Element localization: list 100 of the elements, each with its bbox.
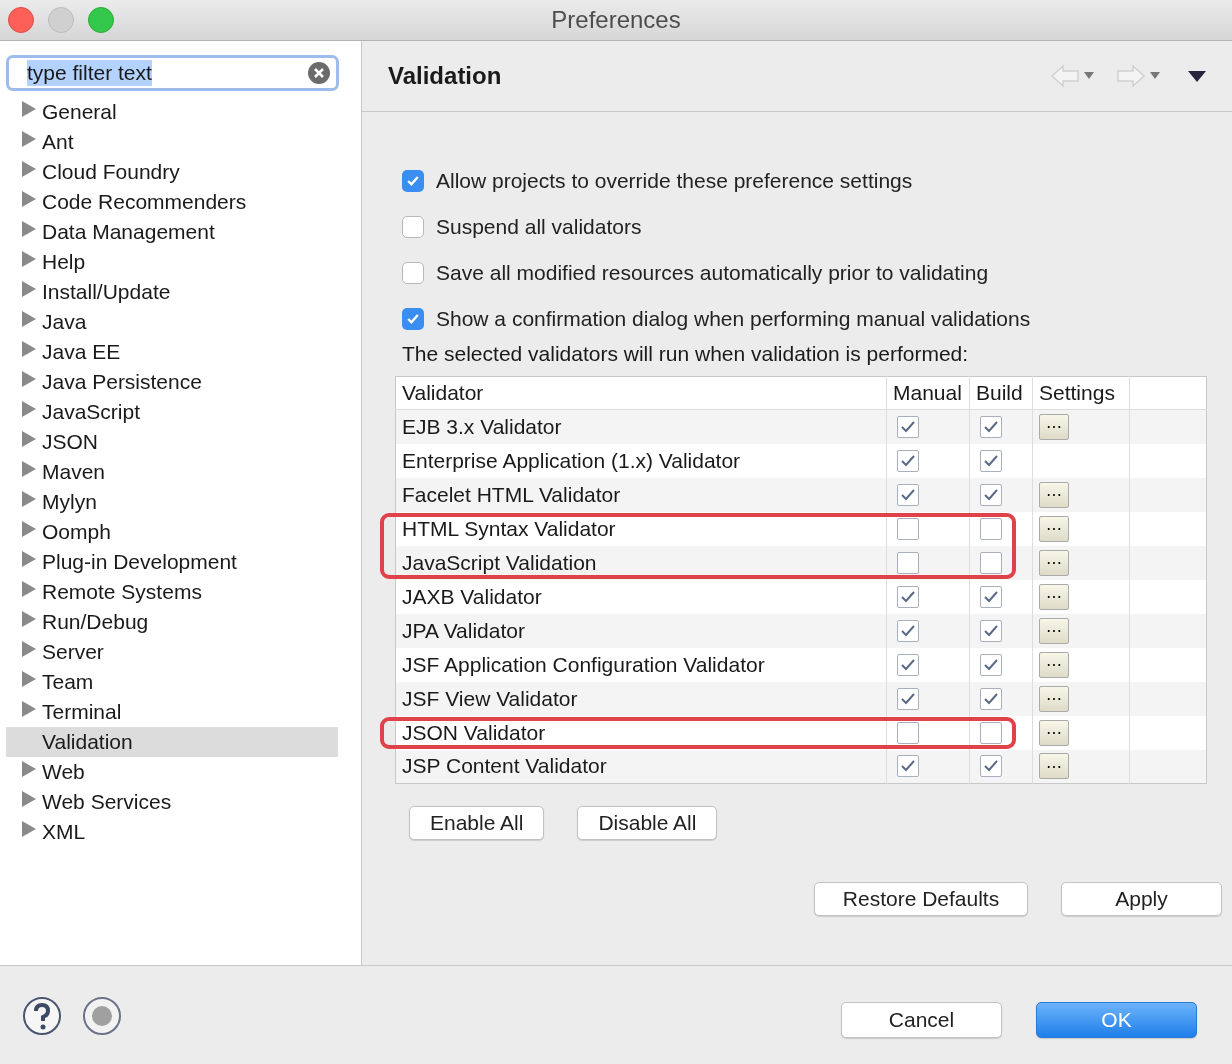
expand-arrow-icon[interactable] xyxy=(22,431,36,447)
tree-item[interactable]: Server xyxy=(6,637,338,667)
checkbox[interactable] xyxy=(897,415,919,438)
checkbox[interactable] xyxy=(897,551,919,574)
checkbox[interactable] xyxy=(980,585,1002,608)
menu-icon[interactable] xyxy=(1188,70,1206,82)
expand-arrow-icon[interactable] xyxy=(22,581,36,597)
expand-arrow-icon[interactable] xyxy=(22,551,36,567)
page-button[interactable]: Apply xyxy=(1061,882,1222,916)
expand-arrow-icon[interactable] xyxy=(22,131,36,147)
checkbox[interactable] xyxy=(980,551,1002,574)
checkbox[interactable] xyxy=(897,517,919,540)
checkbox[interactable] xyxy=(980,687,1002,710)
expand-arrow-icon[interactable] xyxy=(22,641,36,657)
settings-button[interactable]: ⋯ xyxy=(1039,753,1069,780)
dropdown-icon[interactable] xyxy=(1084,72,1094,80)
checkbox[interactable] xyxy=(980,721,1002,744)
tree-item[interactable]: Cloud Foundry xyxy=(6,157,338,187)
page-button[interactable]: Restore Defaults xyxy=(814,882,1028,916)
expand-arrow-icon[interactable] xyxy=(22,251,36,267)
clear-icon[interactable] xyxy=(308,62,330,84)
tree-item[interactable]: XML xyxy=(6,817,338,847)
tree-item[interactable]: Ant xyxy=(6,127,338,157)
settings-button[interactable]: ⋯ xyxy=(1039,481,1069,508)
expand-arrow-icon[interactable] xyxy=(22,311,36,327)
expand-arrow-icon[interactable] xyxy=(22,671,36,687)
zoom-button[interactable] xyxy=(88,7,114,33)
tree-item[interactable]: JSON xyxy=(6,427,338,457)
tree-item[interactable]: Plug-in Development xyxy=(6,547,338,577)
settings-button[interactable]: ⋯ xyxy=(1039,651,1069,678)
settings-button[interactable]: ⋯ xyxy=(1039,549,1069,576)
checkbox[interactable] xyxy=(897,721,919,744)
tree-item[interactable]: Code Recommenders xyxy=(6,187,338,217)
table-button[interactable]: Enable All xyxy=(409,806,545,840)
checkbox[interactable] xyxy=(980,483,1002,506)
tree-item[interactable]: Help xyxy=(6,247,338,277)
settings-button[interactable]: ⋯ xyxy=(1039,583,1069,610)
checkbox[interactable] xyxy=(402,170,424,192)
checkbox[interactable] xyxy=(980,653,1002,676)
settings-button[interactable]: ⋯ xyxy=(1039,515,1069,542)
checkbox[interactable] xyxy=(402,216,424,238)
tree-item[interactable]: Java Persistence xyxy=(6,367,338,397)
expand-arrow-icon[interactable] xyxy=(22,461,36,477)
column-header[interactable]: Manual xyxy=(886,376,970,410)
expand-arrow-icon[interactable] xyxy=(22,701,36,717)
expand-arrow-icon[interactable] xyxy=(22,281,36,297)
checkbox[interactable] xyxy=(402,308,424,330)
expand-arrow-icon[interactable] xyxy=(22,221,36,237)
checkbox[interactable] xyxy=(897,755,919,778)
tree-item[interactable]: Oomph xyxy=(6,517,338,547)
checkbox[interactable] xyxy=(980,619,1002,642)
checkbox[interactable] xyxy=(897,687,919,710)
filter-field[interactable]: type filter text xyxy=(6,55,339,91)
expand-arrow-icon[interactable] xyxy=(22,791,36,807)
checkbox[interactable] xyxy=(402,262,424,284)
expand-arrow-icon[interactable] xyxy=(22,521,36,537)
checkbox[interactable] xyxy=(897,483,919,506)
tree-item[interactable]: Remote Systems xyxy=(6,577,338,607)
tree-item[interactable]: Install/Update xyxy=(6,277,338,307)
expand-arrow-icon[interactable] xyxy=(22,401,36,417)
settings-button[interactable]: ⋯ xyxy=(1039,719,1069,746)
tree-item[interactable]: Java xyxy=(6,307,338,337)
expand-arrow-icon[interactable] xyxy=(22,821,36,837)
checkbox[interactable] xyxy=(897,449,919,472)
tree-item[interactable]: Team xyxy=(6,667,338,697)
expand-arrow-icon[interactable] xyxy=(22,101,36,117)
dropdown-icon[interactable] xyxy=(1150,72,1160,80)
checkbox[interactable] xyxy=(897,619,919,642)
expand-arrow-icon[interactable] xyxy=(22,161,36,177)
expand-arrow-icon[interactable] xyxy=(22,611,36,627)
record-icon[interactable] xyxy=(82,995,122,1036)
settings-button[interactable]: ⋯ xyxy=(1039,413,1069,440)
tree-item[interactable]: Web Services xyxy=(6,787,338,817)
close-button[interactable] xyxy=(8,7,34,33)
checkbox[interactable] xyxy=(897,585,919,608)
tree-item[interactable]: Run/Debug xyxy=(6,607,338,637)
tree-item[interactable]: Validation xyxy=(6,727,338,757)
checkbox[interactable] xyxy=(980,449,1002,472)
tree-item[interactable]: JavaScript xyxy=(6,397,338,427)
column-header[interactable]: Settings xyxy=(1032,376,1130,410)
settings-button[interactable]: ⋯ xyxy=(1039,617,1069,644)
checkbox[interactable] xyxy=(897,653,919,676)
tree-item[interactable]: Maven xyxy=(6,457,338,487)
checkbox[interactable] xyxy=(980,517,1002,540)
settings-button[interactable]: ⋯ xyxy=(1039,685,1069,712)
checkbox[interactable] xyxy=(980,415,1002,438)
checkbox[interactable] xyxy=(980,755,1002,778)
tree-item[interactable]: Java EE xyxy=(6,337,338,367)
tree-item[interactable]: Terminal xyxy=(6,697,338,727)
expand-arrow-icon[interactable] xyxy=(22,761,36,777)
tree-item[interactable]: Mylyn xyxy=(6,487,338,517)
tree-item[interactable]: Web xyxy=(6,757,338,787)
expand-arrow-icon[interactable] xyxy=(22,341,36,357)
column-header[interactable]: Validator xyxy=(395,376,887,410)
help-icon[interactable] xyxy=(22,995,62,1036)
expand-arrow-icon[interactable] xyxy=(22,371,36,387)
tree-item[interactable]: General xyxy=(6,97,338,127)
dialog-button[interactable]: Cancel xyxy=(841,1001,1002,1038)
expand-arrow-icon[interactable] xyxy=(22,491,36,507)
table-button[interactable]: Disable All xyxy=(577,806,718,840)
